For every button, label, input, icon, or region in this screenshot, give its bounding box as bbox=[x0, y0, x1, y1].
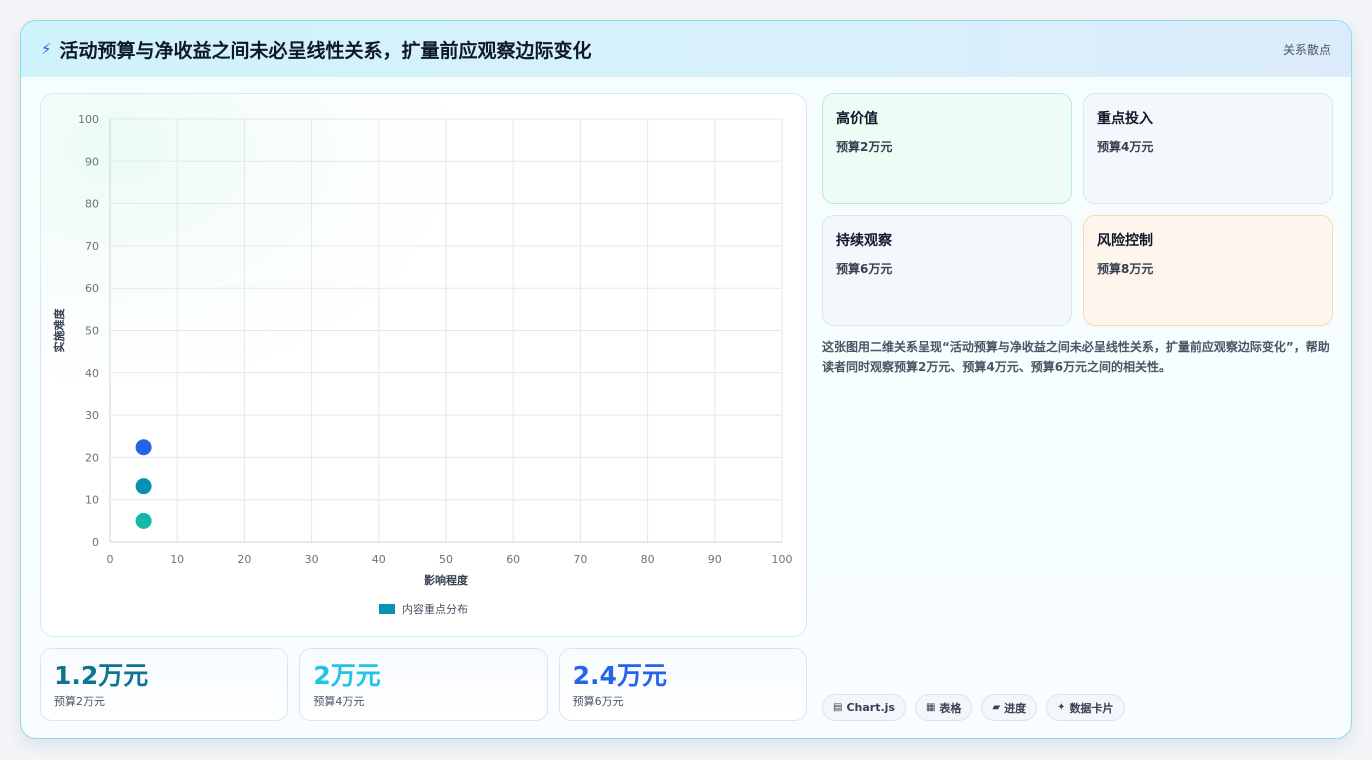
quadrant-high-value: 高价值 预算2万元 bbox=[822, 93, 1072, 204]
quadrant-key-investment: 重点投入 预算4万元 bbox=[1083, 93, 1333, 204]
legend-swatch bbox=[379, 604, 395, 614]
x-tick-label: 90 bbox=[708, 553, 722, 566]
chip-label: Chart.js bbox=[846, 701, 895, 714]
y-tick-label: 100 bbox=[78, 113, 99, 126]
quadrant-sub: 预算8万元 bbox=[1097, 262, 1154, 276]
kpi-value: 2万元 bbox=[313, 661, 381, 690]
quadrant-sub: 预算2万元 bbox=[836, 140, 893, 154]
y-tick-label: 40 bbox=[85, 367, 99, 380]
quadrant-risk-control: 风险控制 预算8万元 bbox=[1083, 215, 1333, 326]
quadrant-title: 重点投入 bbox=[1097, 111, 1153, 127]
chip-progress[interactable]: ▰ 进度 bbox=[981, 694, 1038, 721]
sparkle-icon: ✦ bbox=[1057, 702, 1066, 713]
x-axis-label: 影响程度 bbox=[424, 573, 469, 587]
x-tick-label: 0 bbox=[107, 553, 114, 566]
y-tick-label: 80 bbox=[85, 198, 99, 211]
x-tick-label: 10 bbox=[170, 553, 184, 566]
x-tick-label: 30 bbox=[305, 553, 319, 566]
chart-svg: 0 10 20 30 40 50 60 70 80 90 100 0 10 20 30 40 50 60 70 80 9… bbox=[41, 94, 806, 636]
y-tick-label: 90 bbox=[85, 155, 99, 168]
x-tick-label: 40 bbox=[372, 553, 386, 566]
quadrant-sub: 预算6万元 bbox=[836, 262, 893, 276]
y-tick-label: 50 bbox=[85, 325, 99, 338]
quadrant-observe: 持续观察 预算6万元 bbox=[822, 215, 1072, 326]
kpi-value: 2.4万元 bbox=[572, 661, 667, 690]
chip-row: ▤ Chart.js ▦ 表格 ▰ 进度 ✦ 数据卡片 bbox=[822, 694, 1125, 721]
chart-description: 这张图用二维关系呈现“活动预算与净收益之间未必呈线性关系，扩量前应观察边际变化”… bbox=[822, 340, 1330, 374]
table-icon: ▦ bbox=[925, 702, 936, 713]
quadrant-title: 风险控制 bbox=[1097, 233, 1153, 249]
progress-icon: ▰ bbox=[992, 702, 1001, 713]
kpi-label: 预算4万元 bbox=[313, 695, 365, 708]
y-tick-label: 70 bbox=[85, 240, 99, 253]
chart-icon: ▤ bbox=[833, 702, 843, 713]
chip-table[interactable]: ▦ 表格 bbox=[914, 694, 973, 721]
legend-label: 内容重点分布 bbox=[402, 603, 468, 616]
scatter-point[interactable] bbox=[135, 478, 152, 495]
y-tick-label: 0 bbox=[92, 536, 99, 549]
y-tick-label: 10 bbox=[85, 494, 99, 507]
kpi-label: 预算6万元 bbox=[572, 695, 624, 708]
scatter-chart: 0 10 20 30 40 50 60 70 80 90 100 0 10 20 30 40 50 60 70 80 9… bbox=[40, 93, 807, 637]
chip-label: 进度 bbox=[1004, 701, 1027, 715]
header: ⚡ 活动预算与净收益之间未必呈线性关系，扩量前应观察边际变化 关系散点 bbox=[21, 21, 1351, 77]
scatter-point[interactable] bbox=[135, 512, 152, 529]
chip-label: 表格 bbox=[939, 701, 962, 715]
kpi-label: 预算2万元 bbox=[54, 695, 105, 708]
x-tick-label: 80 bbox=[641, 553, 655, 566]
y-axis-label: 实施难度 bbox=[52, 308, 66, 353]
chart-legend[interactable]: 内容重点分布 bbox=[41, 601, 806, 617]
quadrant-sub: 预算4万元 bbox=[1097, 140, 1154, 154]
x-tick-label: 70 bbox=[573, 553, 587, 566]
y-tick-label: 60 bbox=[85, 282, 99, 295]
quadrant-title: 持续观察 bbox=[836, 233, 892, 249]
lightning-icon: ⚡ bbox=[41, 40, 52, 58]
chip-data-card[interactable]: ✦ 数据卡片 bbox=[1046, 694, 1125, 721]
y-tick-label: 30 bbox=[85, 409, 99, 422]
x-tick-label: 100 bbox=[772, 553, 793, 566]
chip-chartjs[interactable]: ▤ Chart.js bbox=[822, 694, 906, 721]
page-title: 活动预算与净收益之间未必呈线性关系，扩量前应观察边际变化 bbox=[59, 39, 592, 62]
kpi-row: 1.2万元 预算2万元 2万元 预算4万元 2.4万元 预算6万元 bbox=[40, 648, 807, 721]
y-tick-label: 20 bbox=[85, 451, 99, 464]
x-tick-label: 20 bbox=[237, 553, 251, 566]
chart-background bbox=[41, 94, 806, 636]
chip-label: 数据卡片 bbox=[1069, 701, 1114, 715]
kpi-card: 1.2万元 预算2万元 bbox=[40, 648, 289, 721]
scatter-point[interactable] bbox=[135, 439, 152, 456]
kpi-card: 2万元 预算4万元 bbox=[299, 648, 548, 721]
x-tick-label: 50 bbox=[439, 553, 453, 566]
kpi-card: 2.4万元 预算6万元 bbox=[558, 648, 807, 721]
kpi-value: 1.2万元 bbox=[54, 661, 149, 690]
quadrant-title: 高价值 bbox=[836, 111, 878, 127]
x-tick-label: 60 bbox=[506, 553, 520, 566]
chart-type-tag: 关系散点 bbox=[1282, 43, 1331, 57]
main-card: ⚡ 活动预算与净收益之间未必呈线性关系，扩量前应观察边际变化 关系散点 0 10 2… bbox=[20, 20, 1352, 739]
